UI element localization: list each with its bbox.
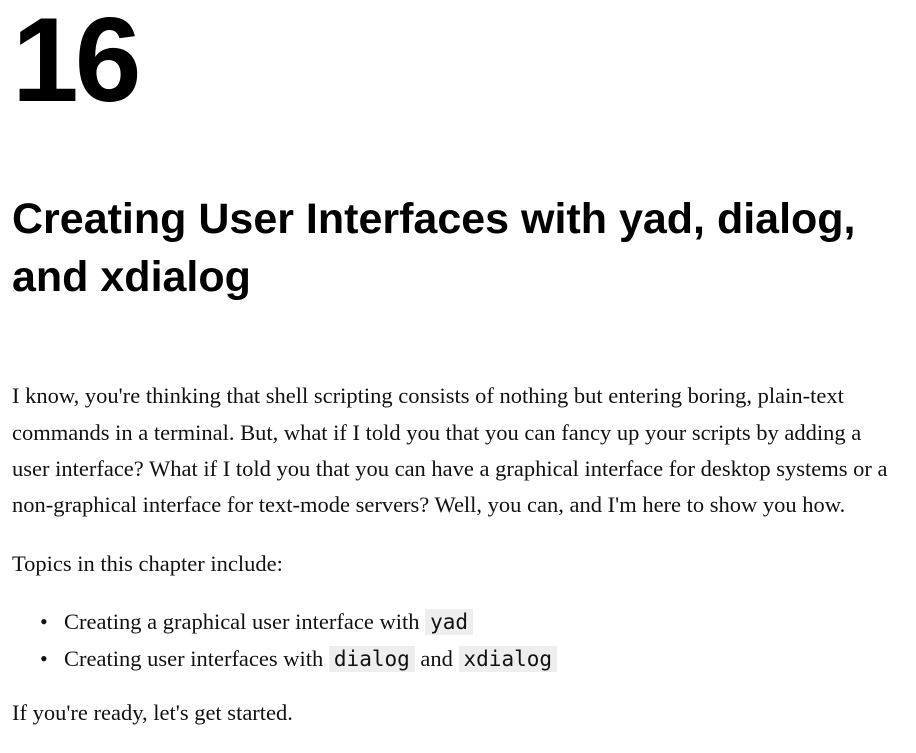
intro-paragraph: I know, you're thinking that shell scrip… [12, 378, 904, 524]
code-inline: yad [425, 609, 473, 635]
list-text-middle: and [415, 646, 459, 671]
code-inline: dialog [329, 646, 415, 672]
code-inline: xdialog [459, 646, 558, 672]
chapter-number: 16 [12, 0, 904, 120]
chapter-title: Creating User Interfaces with yad, dialo… [12, 190, 904, 306]
topics-intro: Topics in this chapter include: [12, 546, 904, 582]
list-text-prefix: Creating a graphical user interface with [64, 609, 425, 634]
list-item: Creating a graphical user interface with… [64, 604, 904, 640]
list-text-prefix: Creating user interfaces with [64, 646, 329, 671]
closing-paragraph: If you're ready, let's get started. [12, 695, 904, 731]
topics-list: Creating a graphical user interface with… [64, 604, 904, 677]
list-item: Creating user interfaces with dialog and… [64, 641, 904, 677]
